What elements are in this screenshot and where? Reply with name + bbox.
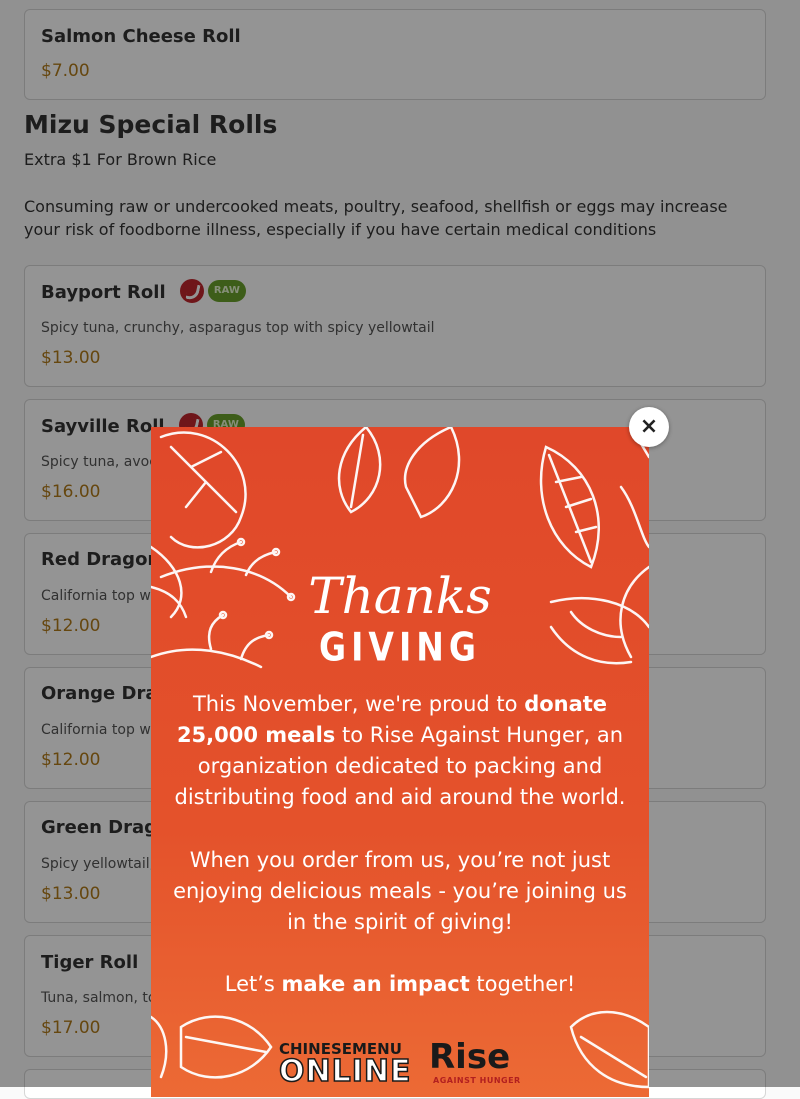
chinesemenuonline-logo: CHINESEMENU ONLINE	[278, 1041, 412, 1089]
impact-text-highlight: make an impact	[281, 972, 470, 996]
promo-popup: Thanks GIVING This November, we're proud…	[151, 427, 649, 1097]
partner-logos: CHINESEMENU ONLINE Rise AGAINST HUNGER	[151, 1035, 649, 1095]
impact-text-1: Let’s	[224, 972, 282, 996]
popup-paragraph-giving: When you order from us, you’re not just …	[173, 848, 627, 934]
rise-logo-main: Rise	[429, 1037, 511, 1077]
logo-bottom-text: ONLINE	[278, 1054, 412, 1089]
popup-paragraph-impact: Let’s make an impact together!	[161, 969, 639, 1000]
rise-logo-sub: AGAINST HUNGER	[433, 1076, 521, 1085]
donation-text-1: This November, we're proud to	[192, 692, 525, 716]
popup-paragraph-donation: This November, we're proud to donate 25,…	[161, 689, 639, 813]
popup-heading-caps: GIVING	[319, 623, 481, 670]
popup-heading-script: Thanks	[308, 567, 492, 625]
close-button[interactable]: ×	[629, 407, 669, 447]
impact-text-2: together!	[469, 972, 576, 996]
rise-against-hunger-logo: Rise AGAINST HUNGER	[429, 1037, 521, 1085]
